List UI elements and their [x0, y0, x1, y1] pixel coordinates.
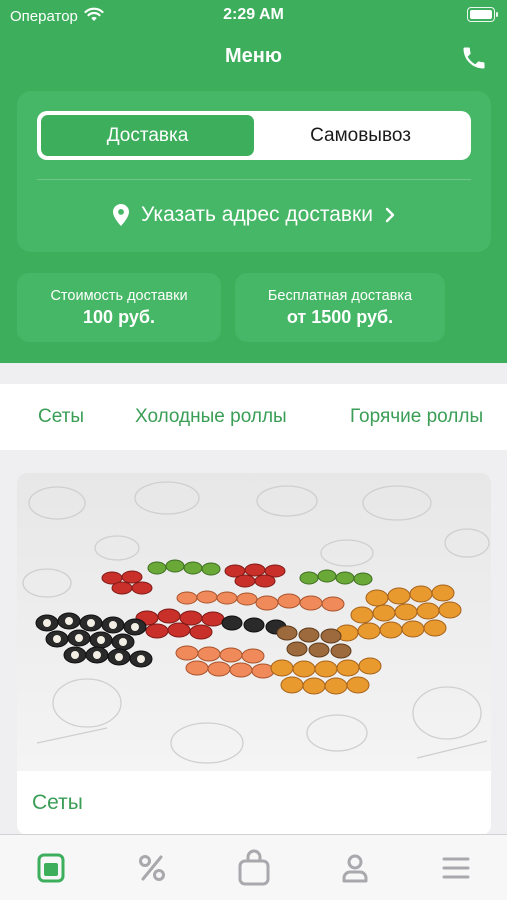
percent-icon	[139, 854, 166, 881]
menu-icon	[37, 853, 65, 882]
hamburger-icon	[442, 857, 470, 878]
status-bar: Оператор 2:29 AM	[0, 0, 507, 32]
category-sets[interactable]: Сеты	[38, 406, 84, 428]
product-image	[17, 473, 491, 771]
delivery-cost-card: Стоимость доставки 100 руб.	[17, 273, 221, 342]
product-title: Сеты	[32, 791, 83, 814]
header: Оператор 2:29 AM Меню Доставка Самовывоз	[0, 0, 507, 363]
address-button[interactable]: Указать адрес доставки	[17, 195, 491, 235]
tab-delivery[interactable]: Доставка	[41, 115, 254, 156]
phone-icon	[463, 47, 485, 69]
delivery-cost-value: 100 руб.	[83, 306, 155, 327]
call-button[interactable]	[459, 43, 489, 73]
bag-icon	[238, 849, 270, 885]
product-card-sets[interactable]: Сеты	[17, 473, 491, 835]
location-pin-icon	[113, 204, 130, 226]
tab-pickup[interactable]: Самовывоз	[254, 115, 467, 156]
page-title: Меню	[225, 45, 282, 67]
delivery-mode-switch: Доставка Самовывоз	[37, 111, 471, 160]
divider	[37, 179, 471, 180]
tab-bar	[0, 834, 507, 900]
tab-profile[interactable]	[304, 835, 405, 900]
delivery-card: Доставка Самовывоз Указать адрес доставк…	[17, 91, 491, 252]
free-delivery-label: Бесплатная доставка	[267, 287, 413, 304]
category-hot-rolls[interactable]: Горячие роллы	[350, 406, 483, 428]
status-time: 2:29 AM	[223, 6, 284, 23]
battery-icon	[467, 7, 498, 22]
tab-cart[interactable]	[203, 835, 304, 900]
chevron-right-icon	[385, 207, 395, 223]
tab-more[interactable]	[406, 835, 507, 900]
category-tabs: Сеты Холодные роллы Горячие роллы	[0, 384, 507, 450]
tab-promotions[interactable]	[101, 835, 202, 900]
free-delivery-value: от 1500 руб.	[286, 306, 394, 327]
profile-icon	[342, 854, 368, 882]
address-label: Указать адрес доставки	[141, 203, 373, 226]
tab-menu[interactable]	[0, 835, 101, 900]
free-delivery-card: Бесплатная доставка от 1500 руб.	[235, 273, 445, 342]
delivery-cost-label: Стоимость доставки	[50, 287, 188, 304]
category-cold-rolls[interactable]: Холодные роллы	[135, 406, 287, 428]
